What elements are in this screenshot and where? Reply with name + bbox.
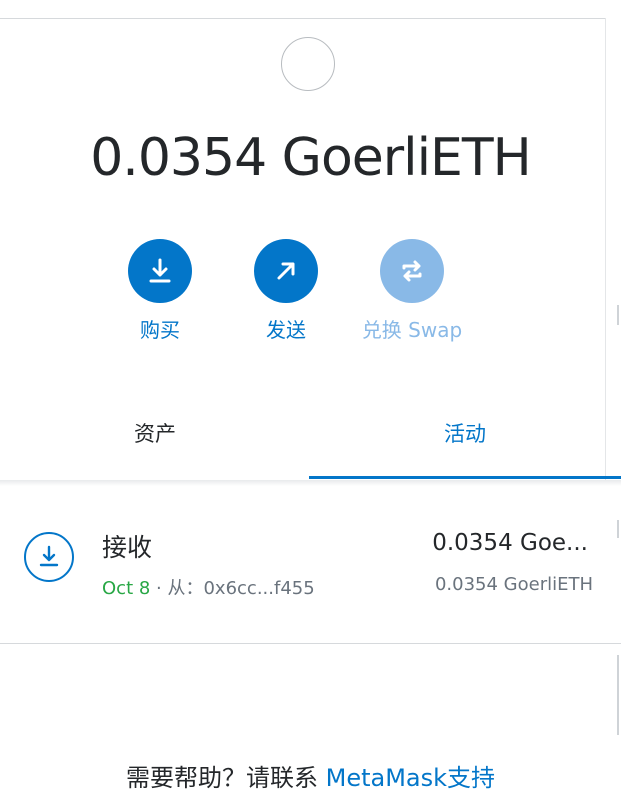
transaction-title: 接收 (102, 533, 153, 562)
tab-assets[interactable]: 资产 (5, 418, 305, 448)
download-icon (128, 239, 192, 303)
active-tab-indicator (309, 476, 621, 479)
transaction-date: Oct 8 (102, 578, 151, 599)
account-balance: 0.0354 GoerliETH (90, 128, 532, 188)
buy-label: 购买 (140, 318, 180, 342)
receive-icon (24, 532, 74, 582)
transaction-separator: · (150, 578, 168, 599)
panel-right-border (605, 18, 606, 480)
tabs-divider (0, 480, 621, 486)
transaction-from-label: 从： (167, 578, 204, 599)
swap-label: 兑换 Swap (361, 318, 463, 342)
arrow-up-right-icon (254, 239, 318, 303)
tab-activity[interactable]: 活动 (315, 418, 615, 448)
top-divider (0, 18, 605, 19)
transaction-primary-amount: 0.0354 Goe... (432, 530, 588, 556)
account-avatar[interactable] (281, 37, 335, 91)
buy-button[interactable]: 购买 (100, 239, 220, 343)
transaction-from-address: 0x6cc...f455 (203, 578, 315, 599)
send-label: 发送 (266, 318, 306, 342)
edge-scroll-mark (617, 520, 619, 538)
transaction-secondary-amount: 0.0354 GoerliETH (434, 574, 593, 595)
row-divider (0, 643, 621, 644)
edge-scroll-mark (617, 655, 619, 735)
swap-button[interactable]: 兑换 Swap (352, 239, 472, 343)
send-button[interactable]: 发送 (226, 239, 346, 343)
transaction-subtitle: Oct 8 · 从：0x6cc...f455 (102, 574, 315, 600)
edge-scroll-mark (617, 305, 619, 325)
swap-icon (380, 239, 444, 303)
